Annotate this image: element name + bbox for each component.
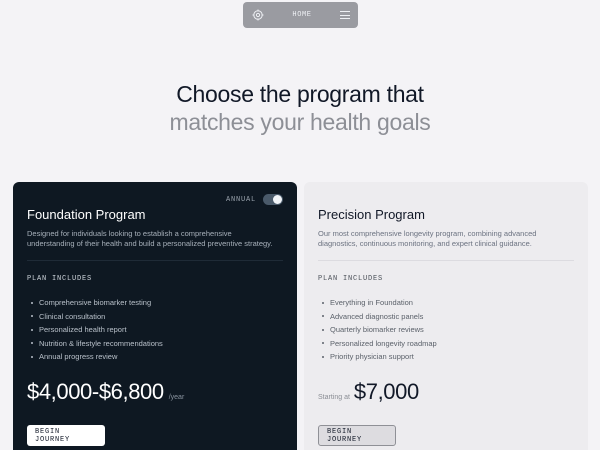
plan-description: Our most comprehensive longevity program… bbox=[318, 229, 537, 248]
bullet-icon bbox=[322, 301, 324, 304]
plan-price: $7,000 bbox=[353, 379, 419, 404]
feature-text: Personalized longevity roadmap bbox=[330, 338, 437, 348]
page-heading: Choose the program that matches your hea… bbox=[0, 80, 600, 136]
feature-text: Everything in Foundation bbox=[330, 298, 413, 307]
plan-title: Foundation Program bbox=[27, 207, 146, 222]
feature-item: Clinical consultation bbox=[31, 310, 163, 324]
plan-includes-label: PLAN INCLUDES bbox=[27, 275, 93, 283]
price-row: Starting at $7,000 bbox=[318, 379, 419, 405]
feature-item: Nutrition & lifestyle recommendations bbox=[31, 337, 163, 351]
bullet-icon bbox=[31, 342, 33, 345]
bullet-icon bbox=[322, 342, 324, 345]
divider bbox=[27, 260, 283, 261]
feature-list: Everything in Foundation Advanced diagno… bbox=[322, 296, 437, 364]
plan-card-precision: Precision Program Our most comprehensive… bbox=[304, 182, 588, 450]
top-nav-pill: HOME bbox=[243, 2, 358, 28]
heading-line-secondary: matches your health goals bbox=[169, 109, 431, 135]
price-row: $4,000-$6,800 /year bbox=[27, 379, 184, 405]
billing-toggle-group: ANNUAL bbox=[226, 194, 283, 205]
feature-item: Personalized health report bbox=[31, 323, 163, 337]
price-prefix: Starting at bbox=[318, 394, 350, 401]
feature-text: Priority physician support bbox=[330, 352, 414, 361]
divider bbox=[318, 260, 574, 261]
toggle-knob bbox=[273, 195, 282, 204]
lattice-logo-icon[interactable] bbox=[252, 9, 264, 21]
feature-item: Personalized longevity roadmap bbox=[322, 337, 437, 351]
plan-title: Precision Program bbox=[318, 207, 425, 222]
plan-card-foundation: ANNUAL Foundation Program Designed for i… bbox=[13, 182, 297, 450]
feature-text: Advanced diagnostic panels bbox=[330, 311, 424, 321]
plan-includes-label: PLAN INCLUDES bbox=[318, 275, 384, 283]
feature-item: Quarterly biomarker reviews bbox=[322, 323, 437, 337]
begin-journey-button[interactable]: BEGIN JOURNEY bbox=[27, 425, 105, 446]
feature-item: Everything in Foundation bbox=[322, 296, 437, 310]
bullet-icon bbox=[31, 328, 33, 331]
feature-list: Comprehensive biomarker testing Clinical… bbox=[31, 296, 163, 364]
bullet-icon bbox=[322, 328, 324, 331]
bullet-icon bbox=[322, 315, 324, 318]
feature-text: Quarterly biomarker reviews bbox=[330, 325, 424, 334]
feature-item: Comprehensive biomarker testing bbox=[31, 296, 163, 310]
billing-toggle-label: ANNUAL bbox=[225, 195, 256, 204]
price-period: /year bbox=[168, 394, 185, 401]
feature-text: Clinical consultation bbox=[39, 311, 106, 321]
plan-price: $4,000-$6,800 bbox=[27, 379, 164, 404]
feature-text: Nutrition & lifestyle recommendations bbox=[39, 338, 163, 348]
feature-item: Advanced diagnostic panels bbox=[322, 310, 437, 324]
hamburger-menu-icon[interactable] bbox=[339, 11, 350, 19]
bullet-icon bbox=[31, 355, 33, 358]
bullet-icon bbox=[31, 315, 33, 318]
annual-billing-toggle[interactable] bbox=[263, 194, 283, 205]
feature-item: Priority physician support bbox=[322, 350, 437, 364]
feature-text: Comprehensive biomarker testing bbox=[39, 298, 152, 307]
feature-text: Annual progress review bbox=[39, 352, 118, 361]
feature-item: Annual progress review bbox=[31, 350, 163, 364]
bullet-icon bbox=[322, 355, 324, 358]
heading-line-primary: Choose the program that bbox=[176, 81, 424, 107]
bullet-icon bbox=[31, 301, 33, 304]
nav-home-link[interactable]: HOME bbox=[292, 11, 311, 19]
feature-text: Personalized health report bbox=[39, 325, 127, 334]
begin-journey-button[interactable]: BEGIN JOURNEY bbox=[318, 425, 396, 446]
plan-description: Designed for individuals looking to esta… bbox=[27, 229, 273, 248]
